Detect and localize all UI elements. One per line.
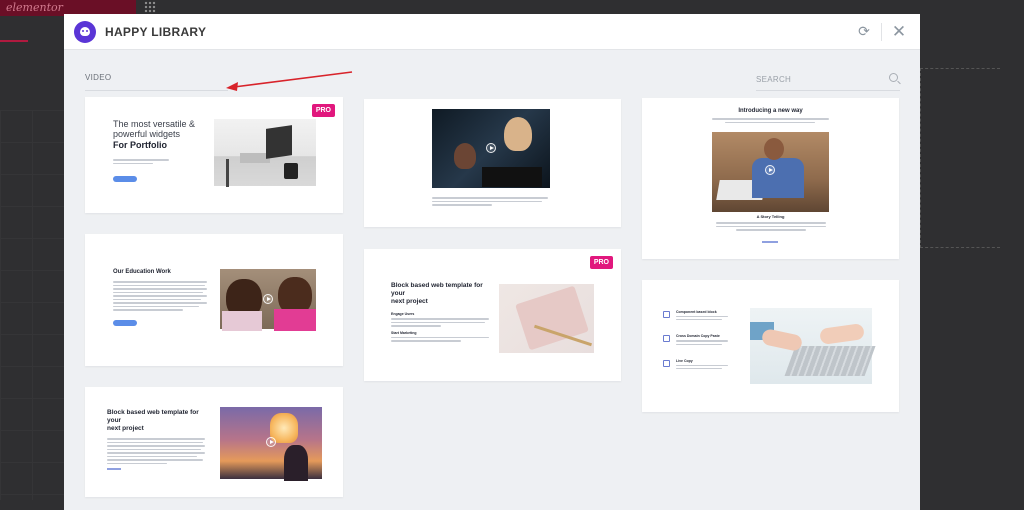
shuffle-icon xyxy=(663,335,670,343)
annotation-arrow xyxy=(226,71,353,91)
card-link xyxy=(107,468,121,470)
card-image-lantern xyxy=(220,407,322,481)
pro-badge: PRO xyxy=(589,256,613,269)
modal-header: HAPPY LIBRARY ⟳ ✕ xyxy=(64,14,920,50)
card-heading-bold: For Portfolio xyxy=(113,140,167,150)
card-link xyxy=(762,241,778,243)
card-body-text xyxy=(391,336,495,342)
card-image-girls xyxy=(432,109,550,188)
play-icon xyxy=(266,437,276,447)
copy-icon xyxy=(663,359,670,367)
card-body-text xyxy=(113,281,211,311)
template-card-intro[interactable]: Introducing a new way A Story Telling xyxy=(642,98,899,259)
template-card-block-pro[interactable]: PRO Block based web template for your ne… xyxy=(364,249,621,381)
card-mini-button xyxy=(113,176,137,182)
card-heading: Our Education Work xyxy=(113,269,171,275)
card-subheading: A Story Telling xyxy=(756,214,785,219)
feature-item: Live Copy xyxy=(663,359,743,371)
card-image-notebook xyxy=(499,284,594,353)
gift-icon xyxy=(663,311,670,318)
search-input[interactable] xyxy=(756,71,876,84)
card-heading-line: Block based web template for your xyxy=(107,409,199,424)
card-body-text xyxy=(107,438,211,464)
card-subheading: Start Marketing xyxy=(391,330,417,335)
editor-active-tab-line xyxy=(0,40,28,42)
template-card-block-lantern[interactable]: Block based web template for your next p… xyxy=(85,387,343,497)
card-body-text xyxy=(712,118,829,125)
card-heading-line: The most versatile & xyxy=(113,119,196,129)
play-icon xyxy=(765,165,775,175)
close-icon[interactable]: ✕ xyxy=(888,21,910,43)
grid-icon[interactable] xyxy=(144,1,156,13)
editor-panel-grid xyxy=(0,110,64,500)
feature-item: Cross Domain Copy Paste xyxy=(663,334,743,346)
feature-item: Component based block xyxy=(663,310,743,322)
search-box xyxy=(756,69,900,91)
card-image-typing xyxy=(750,308,876,384)
template-card-education[interactable]: Our Education Work xyxy=(85,234,343,366)
category-filter-select[interactable]: VIDEO xyxy=(85,69,228,91)
feature-title: Live Copy xyxy=(676,358,693,363)
card-body-text xyxy=(432,197,550,208)
card-body-text xyxy=(113,159,173,164)
play-icon xyxy=(486,143,496,153)
template-card-features[interactable]: Component based block Cross Domain Copy … xyxy=(642,280,899,412)
card-body-text xyxy=(716,222,826,233)
feature-title: Cross Domain Copy Paste xyxy=(676,334,720,339)
card-image-man xyxy=(712,132,829,212)
header-divider xyxy=(881,22,882,41)
card-heading-line: next project xyxy=(391,298,428,305)
template-card-portfolio[interactable]: PRO The most versatile & powerful widget… xyxy=(85,97,343,213)
card-image-kids xyxy=(220,269,316,331)
sync-icon[interactable]: ⟳ xyxy=(853,21,875,43)
happy-logo-icon xyxy=(74,20,96,43)
feature-title: Component based block xyxy=(676,310,717,314)
template-card-video-girls[interactable] xyxy=(364,99,621,227)
pro-badge: PRO xyxy=(311,104,335,117)
card-heading-line: Block based web template for your xyxy=(391,282,483,297)
card-heading: Introducing a new way xyxy=(738,108,803,114)
card-subheading: Engage Users xyxy=(391,312,415,316)
card-heading-line: powerful widgets xyxy=(113,129,181,139)
play-icon xyxy=(263,294,273,304)
card-mini-button xyxy=(113,319,137,326)
editor-dashed-section xyxy=(920,68,1000,248)
card-body-text xyxy=(391,318,495,327)
library-modal: HAPPY LIBRARY ⟳ ✕ VIDEO PRO The most ver… xyxy=(64,14,920,510)
editor-logo: elementor xyxy=(6,1,63,14)
modal-title: HAPPY LIBRARY xyxy=(105,24,207,39)
card-heading-line: next project xyxy=(107,425,144,432)
card-image-desk xyxy=(214,119,316,187)
search-icon[interactable] xyxy=(889,73,898,82)
